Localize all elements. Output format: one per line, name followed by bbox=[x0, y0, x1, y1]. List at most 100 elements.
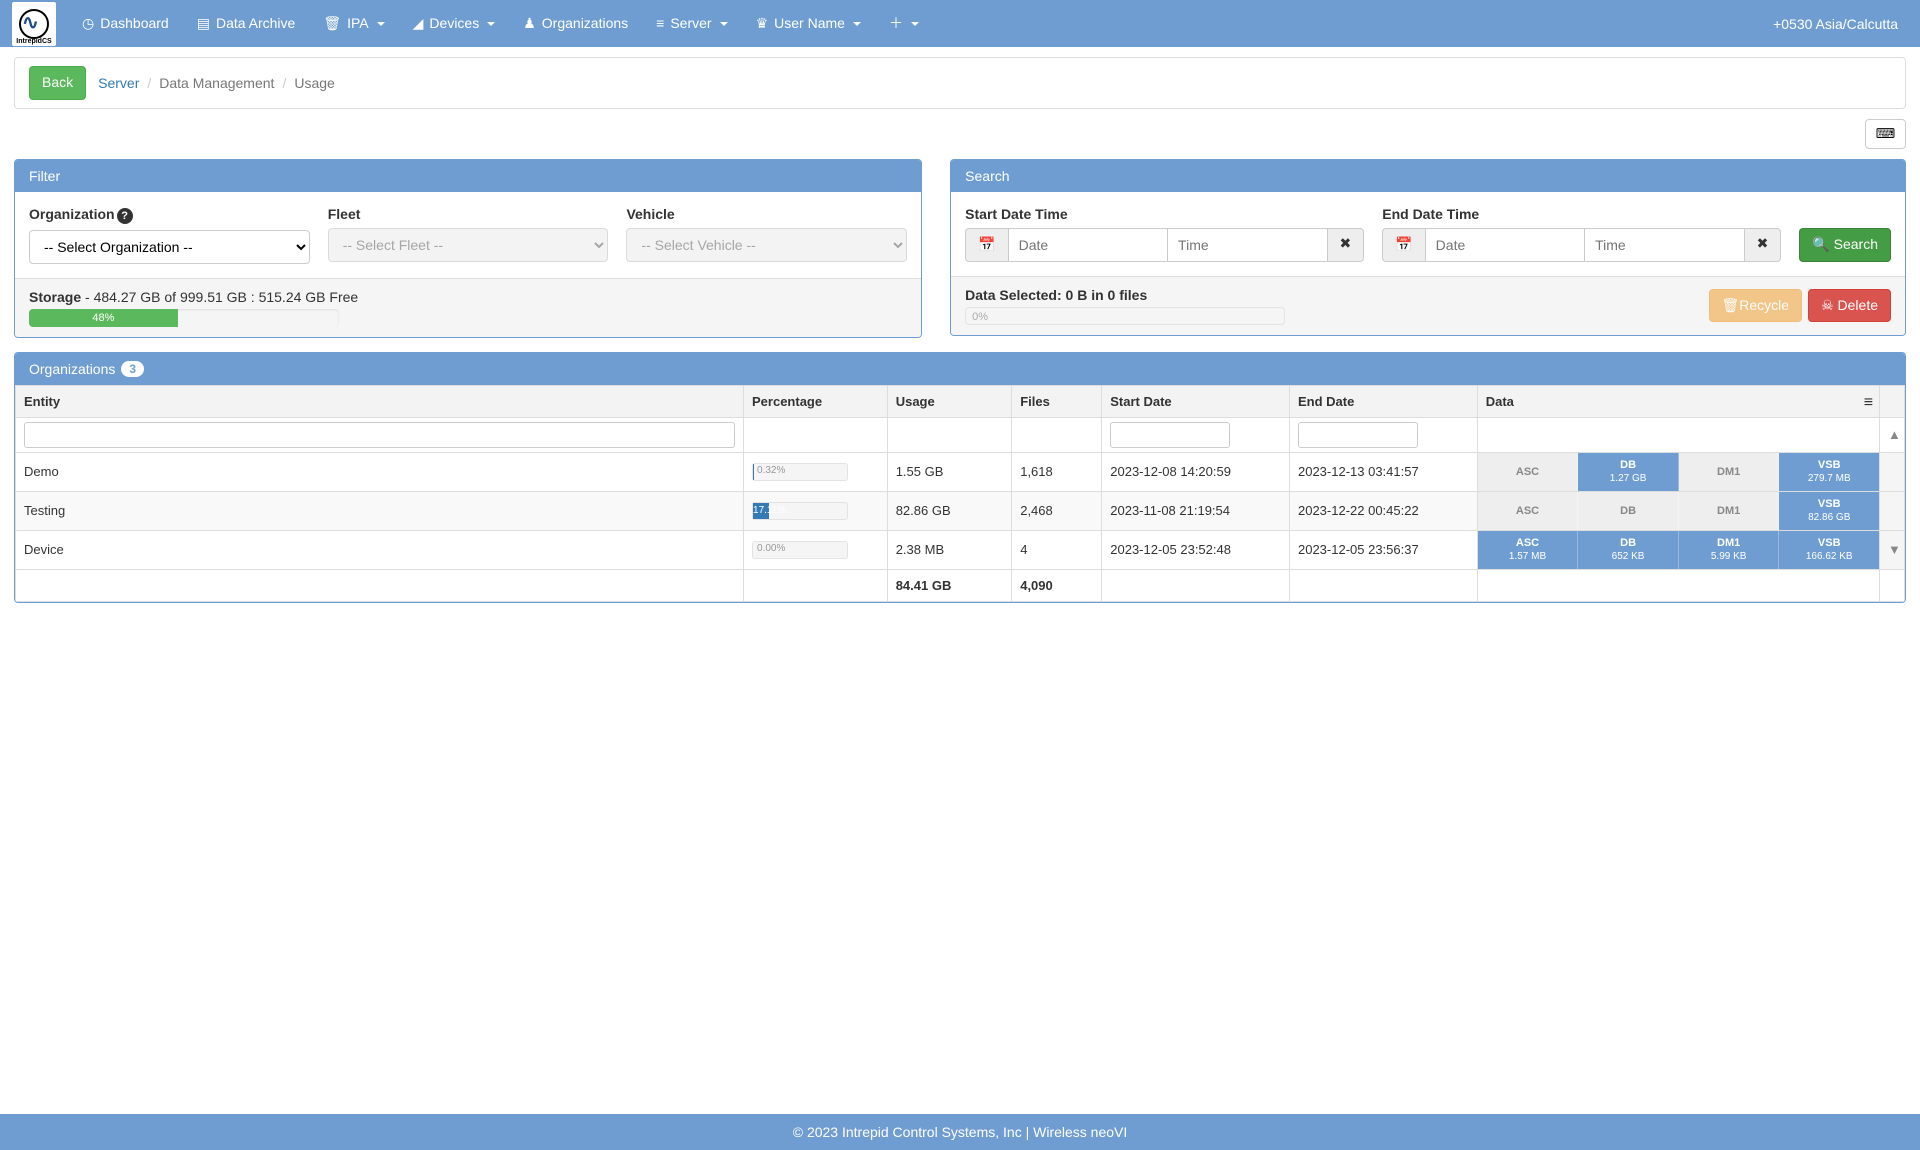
clear-end-button[interactable]: ✖ bbox=[1744, 228, 1782, 262]
nav-item-devices[interactable]: ◢Devices bbox=[399, 0, 510, 47]
filter-panel: Filter Organization? -- Select Organizat… bbox=[14, 159, 922, 338]
keyboard-shortcuts-button[interactable]: ⌨ bbox=[1865, 119, 1906, 149]
nav-item-label: Organizations bbox=[542, 0, 628, 47]
cell-data: ASC1.57 MBDB652 KBDM15.99 KBVSB166.62 KB bbox=[1477, 530, 1879, 569]
table-row[interactable]: Testing17.11%82.86 GB2,4682023-11-08 21:… bbox=[16, 491, 1905, 530]
user-icon: ♛ bbox=[756, 0, 769, 47]
cell-percentage: 0.00% bbox=[744, 530, 888, 569]
storage-progress: 48% bbox=[29, 309, 339, 327]
table-row[interactable]: Demo0.32%1.55 GB1,6182023-12-08 14:20:59… bbox=[16, 452, 1905, 491]
start-date-filter-input[interactable] bbox=[1110, 422, 1230, 448]
search-panel: Search Start Date Time 📅 ✖ End Date Time bbox=[950, 159, 1906, 336]
col-start-date[interactable]: Start Date bbox=[1102, 385, 1290, 417]
search-button[interactable]: 🔍 Search bbox=[1799, 228, 1891, 262]
data-chip-dm1[interactable]: DM1 bbox=[1679, 453, 1780, 491]
help-icon[interactable]: ? bbox=[117, 208, 133, 224]
data-chip-dm1[interactable]: DM15.99 KB bbox=[1679, 531, 1780, 569]
search-icon: 🔍 bbox=[1812, 236, 1829, 252]
nav-item-user-name[interactable]: ♛User Name bbox=[742, 0, 875, 47]
data-chip-db[interactable]: DB652 KB bbox=[1578, 531, 1679, 569]
cell-data: ASCDBDM1VSB82.86 GB bbox=[1477, 491, 1879, 530]
navbar: ∿ IntrepidCS ◷Dashboard▤Data Archive🗑IPA… bbox=[0, 0, 1920, 47]
server-icon: ≡ bbox=[656, 0, 664, 47]
data-chip-vsb[interactable]: VSB166.62 KB bbox=[1779, 531, 1879, 569]
nav-list: ◷Dashboard▤Data Archive🗑IPA◢Devices♟Orga… bbox=[68, 0, 1763, 47]
menu-icon[interactable]: ≡ bbox=[1864, 394, 1873, 412]
cell-usage: 1.55 GB bbox=[887, 452, 1012, 491]
data-chip-asc[interactable]: ASC bbox=[1478, 492, 1579, 530]
chevron-down-icon bbox=[487, 22, 495, 26]
nav-item-data-archive[interactable]: ▤Data Archive bbox=[183, 0, 310, 47]
nav-item-dashboard[interactable]: ◷Dashboard bbox=[68, 0, 183, 47]
breadcrumb-server[interactable]: Server bbox=[98, 75, 139, 91]
scroll-up-icon[interactable]: ▲ bbox=[1880, 417, 1905, 452]
back-button[interactable]: Back bbox=[29, 66, 86, 100]
storage-text: - 484.27 GB of 999.51 GB : 515.24 GB Fre… bbox=[81, 289, 358, 305]
nav-item-server[interactable]: ≡Server bbox=[642, 0, 741, 47]
fleet-select[interactable]: -- Select Fleet -- bbox=[328, 228, 609, 262]
organizations-title: Organizations bbox=[29, 361, 115, 377]
recycle-button[interactable]: 🗑Recycle bbox=[1709, 289, 1803, 323]
nav-item-organizations[interactable]: ♟Organizations bbox=[509, 0, 642, 47]
cell-end-date: 2023-12-22 00:45:22 bbox=[1289, 491, 1477, 530]
calendar-icon[interactable]: 📅 bbox=[1382, 228, 1424, 262]
nav-item-label: IPA bbox=[347, 0, 369, 47]
vehicle-select[interactable]: -- Select Vehicle -- bbox=[626, 228, 907, 262]
delete-button[interactable]: ☠ Delete bbox=[1808, 289, 1891, 323]
timezone-label: +0530 Asia/Calcutta bbox=[1763, 16, 1908, 32]
search-title: Search bbox=[951, 160, 1905, 192]
nav-item-label: Data Archive bbox=[216, 0, 295, 47]
archive-icon: ▤ bbox=[197, 0, 210, 47]
nav-item-plus[interactable]: ＋ bbox=[875, 0, 933, 47]
chevron-down-icon bbox=[911, 22, 919, 26]
data-chip-dm1[interactable]: DM1 bbox=[1679, 492, 1780, 530]
data-chip-vsb[interactable]: VSB279.7 MB bbox=[1779, 453, 1879, 491]
data-chip-asc[interactable]: ASC bbox=[1478, 453, 1579, 491]
start-date-label: Start Date Time bbox=[965, 206, 1364, 222]
nav-item-label: User Name bbox=[774, 0, 845, 47]
logo[interactable]: ∿ IntrepidCS bbox=[12, 2, 56, 46]
organization-select[interactable]: -- Select Organization -- bbox=[29, 230, 310, 264]
scroll-col bbox=[1880, 385, 1905, 417]
end-time-input[interactable] bbox=[1584, 228, 1743, 262]
storage-progress-bar: 48% bbox=[29, 309, 178, 327]
breadcrumb-dm: Data Management bbox=[159, 75, 274, 91]
cell-files: 4 bbox=[1012, 530, 1102, 569]
fleet-label: Fleet bbox=[328, 206, 609, 222]
col-entity[interactable]: Entity bbox=[16, 385, 744, 417]
col-end-date[interactable]: End Date bbox=[1289, 385, 1477, 417]
calendar-icon[interactable]: 📅 bbox=[965, 228, 1007, 262]
entity-filter-input[interactable] bbox=[24, 422, 735, 448]
copyright-icon: © bbox=[793, 1124, 803, 1140]
organizations-table: Entity Percentage Usage Files Start Date… bbox=[15, 385, 1905, 602]
cell-start-date: 2023-11-08 21:19:54 bbox=[1102, 491, 1290, 530]
clear-start-button[interactable]: ✖ bbox=[1327, 228, 1365, 262]
col-percentage[interactable]: Percentage bbox=[744, 385, 888, 417]
cell-usage: 2.38 MB bbox=[887, 530, 1012, 569]
cell-files: 2,468 bbox=[1012, 491, 1102, 530]
total-usage: 84.41 GB bbox=[887, 569, 1012, 601]
col-files[interactable]: Files bbox=[1012, 385, 1102, 417]
selected-progress: 0% bbox=[965, 307, 1285, 325]
data-chip-db[interactable]: DB bbox=[1578, 492, 1679, 530]
nav-item-ipa[interactable]: 🗑IPA bbox=[309, 0, 398, 47]
recycle-icon: 🗑 bbox=[1722, 297, 1740, 313]
filter-title: Filter bbox=[15, 160, 921, 192]
chevron-down-icon bbox=[853, 22, 861, 26]
breadcrumb: Server / Data Management / Usage bbox=[98, 75, 335, 91]
data-chip-db[interactable]: DB1.27 GB bbox=[1578, 453, 1679, 491]
start-date-input[interactable] bbox=[1008, 228, 1167, 262]
cell-percentage: 17.11% bbox=[744, 491, 888, 530]
end-date-filter-input[interactable] bbox=[1298, 422, 1418, 448]
data-chip-asc[interactable]: ASC1.57 MB bbox=[1478, 531, 1579, 569]
nav-item-label: Server bbox=[670, 0, 711, 47]
col-data[interactable]: Data≡ bbox=[1477, 385, 1879, 417]
scroll-down-icon[interactable]: ▼ bbox=[1880, 530, 1905, 569]
end-date-input[interactable] bbox=[1425, 228, 1584, 262]
chevron-down-icon bbox=[720, 22, 728, 26]
cell-end-date: 2023-12-05 23:56:37 bbox=[1289, 530, 1477, 569]
start-time-input[interactable] bbox=[1167, 228, 1326, 262]
data-chip-vsb[interactable]: VSB82.86 GB bbox=[1779, 492, 1879, 530]
col-usage[interactable]: Usage bbox=[887, 385, 1012, 417]
table-row[interactable]: Device0.00%2.38 MB42023-12-05 23:52:4820… bbox=[16, 530, 1905, 569]
